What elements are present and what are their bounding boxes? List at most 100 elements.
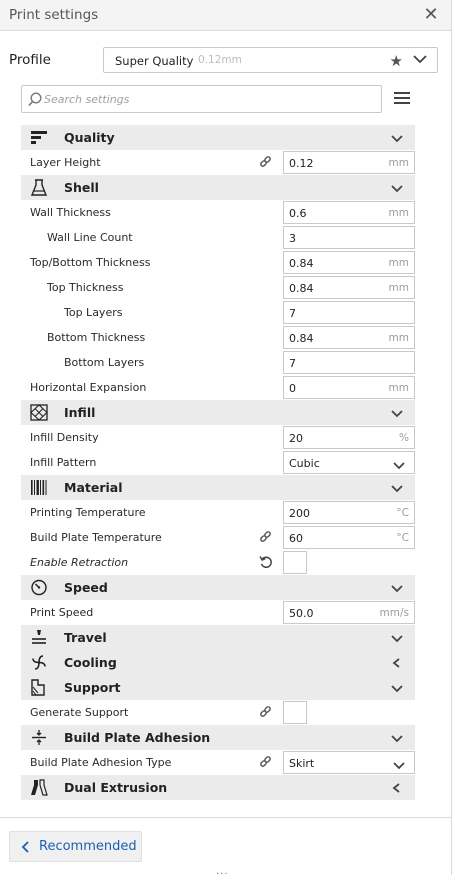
dual-extrusion-icon <box>30 779 48 796</box>
category-cooling[interactable]: Cooling <box>21 650 415 675</box>
horizontal-expansion-field[interactable]: 0 mm <box>283 376 415 399</box>
category-label: Cooling <box>64 655 117 670</box>
field-value: 0.84 <box>289 257 314 270</box>
reset-icon[interactable] <box>259 555 273 572</box>
panel-header: Print settings ✕ <box>0 0 451 31</box>
chevron-down-icon <box>391 632 403 646</box>
travel-icon <box>30 629 48 646</box>
quality-icon <box>30 129 48 146</box>
profile-layer-height: 0.12mm <box>198 54 242 66</box>
settings-list: Quality Layer Height 0.12 mm Shell Wall … <box>21 125 415 800</box>
link-icon[interactable] <box>259 706 272 722</box>
field-value: Skirt <box>289 757 315 770</box>
chevron-left-icon <box>391 782 403 796</box>
cooling-icon <box>30 654 48 671</box>
print-settings-panel: Print settings ✕ Profile Super Quality 0… <box>0 0 452 880</box>
category-speed[interactable]: Speed <box>21 575 415 600</box>
link-icon[interactable] <box>259 156 272 172</box>
profile-dropdown[interactable]: Super Quality 0.12mm ★ <box>103 47 438 73</box>
enable-retraction-checkbox[interactable] <box>283 551 307 574</box>
wall-thickness-field[interactable]: 0.6 mm <box>283 201 415 224</box>
build-plate-temperature-field[interactable]: 60 °C <box>283 526 415 549</box>
infill-density-field[interactable]: 20 % <box>283 426 415 449</box>
category-infill[interactable]: Infill <box>21 400 415 425</box>
setting-label: Infill Pattern <box>30 456 97 469</box>
setting-label: Layer Height <box>30 156 101 169</box>
setting-adhesion-type: Build Plate Adhesion Type Skirt <box>21 750 415 775</box>
chevron-down-icon <box>393 459 405 473</box>
top-thickness-field[interactable]: 0.84 mm <box>283 276 415 299</box>
field-value: 0.84 <box>289 282 314 295</box>
top-bottom-thickness-field[interactable]: 0.84 mm <box>283 251 415 274</box>
setting-label: Generate Support <box>30 706 129 719</box>
setting-label: Printing Temperature <box>30 506 146 519</box>
recommended-label: Recommended <box>39 839 137 854</box>
link-icon[interactable] <box>259 756 272 772</box>
setting-label: Enable Retraction <box>30 556 129 569</box>
profile-label: Profile <box>9 52 51 68</box>
profile-name: Super Quality <box>115 54 194 68</box>
setting-label: Wall Line Count <box>47 231 133 244</box>
category-travel[interactable]: Travel <box>21 625 415 650</box>
recommended-button[interactable]: Recommended <box>9 831 142 862</box>
category-shell[interactable]: Shell <box>21 175 415 200</box>
search-input[interactable] <box>44 90 374 108</box>
field-unit: mm <box>388 157 409 169</box>
field-value: 60 <box>289 532 303 545</box>
setting-label: Wall Thickness <box>30 206 111 219</box>
setting-label: Top Layers <box>64 306 123 319</box>
setting-label: Build Plate Adhesion Type <box>30 756 172 769</box>
material-icon <box>30 479 48 496</box>
category-quality[interactable]: Quality <box>21 125 415 150</box>
field-unit: mm <box>388 257 409 269</box>
settings-menu-icon[interactable] <box>394 92 410 106</box>
category-support[interactable]: Support <box>21 675 415 700</box>
category-label: Shell <box>64 180 99 195</box>
footer-divider <box>0 817 452 818</box>
layer-height-field[interactable]: 0.12 mm <box>283 151 415 174</box>
profile-row: Profile Super Quality 0.12mm ★ <box>0 47 452 73</box>
top-layers-field[interactable]: 7 <box>283 301 415 324</box>
field-value: 0.12 <box>289 157 314 170</box>
setting-label: Top Thickness <box>47 281 124 294</box>
chevron-down-icon <box>391 582 403 596</box>
field-value: 3 <box>289 232 296 245</box>
chevron-down-icon <box>391 482 403 496</box>
print-speed-field[interactable]: 50.0 mm/s <box>283 601 415 624</box>
field-unit: mm <box>388 382 409 394</box>
printing-temperature-field[interactable]: 200 °C <box>283 501 415 524</box>
setting-label: Infill Density <box>30 431 99 444</box>
setting-bottom-layers: Bottom Layers 7 <box>21 350 415 375</box>
category-label: Build Plate Adhesion <box>64 730 211 745</box>
category-dual-extrusion[interactable]: Dual Extrusion <box>21 775 415 800</box>
adhesion-icon <box>30 729 48 746</box>
setting-label: Build Plate Temperature <box>30 531 162 544</box>
close-icon[interactable]: ✕ <box>421 4 441 25</box>
setting-wall-thickness: Wall Thickness 0.6 mm <box>21 200 415 225</box>
setting-printing-temperature: Printing Temperature 200 °C <box>21 500 415 525</box>
field-value: 200 <box>289 507 310 520</box>
wall-line-count-field[interactable]: 3 <box>283 226 415 249</box>
category-label: Travel <box>64 630 107 645</box>
chevron-down-icon <box>391 732 403 746</box>
category-build-plate-adhesion[interactable]: Build Plate Adhesion <box>21 725 415 750</box>
setting-enable-retraction: Enable Retraction <box>21 550 415 575</box>
bottom-thickness-field[interactable]: 0.84 mm <box>283 326 415 349</box>
generate-support-checkbox[interactable] <box>283 701 307 724</box>
bottom-layers-field[interactable]: 7 <box>283 351 415 374</box>
category-material[interactable]: Material <box>21 475 415 500</box>
field-value: 0 <box>289 382 296 395</box>
category-label: Speed <box>64 580 108 595</box>
field-value: 50.0 <box>289 607 314 620</box>
link-icon[interactable] <box>259 531 272 547</box>
chevron-down-icon <box>413 53 427 67</box>
chevron-down-icon <box>393 759 405 773</box>
star-icon[interactable]: ★ <box>390 52 403 70</box>
infill-pattern-dropdown[interactable]: Cubic <box>283 451 415 474</box>
setting-label: Bottom Thickness <box>47 331 146 344</box>
search-box[interactable] <box>21 85 382 113</box>
category-label: Dual Extrusion <box>64 780 168 795</box>
adhesion-type-dropdown[interactable]: Skirt <box>283 751 415 774</box>
setting-infill-density: Infill Density 20 % <box>21 425 415 450</box>
field-unit: mm <box>388 207 409 219</box>
